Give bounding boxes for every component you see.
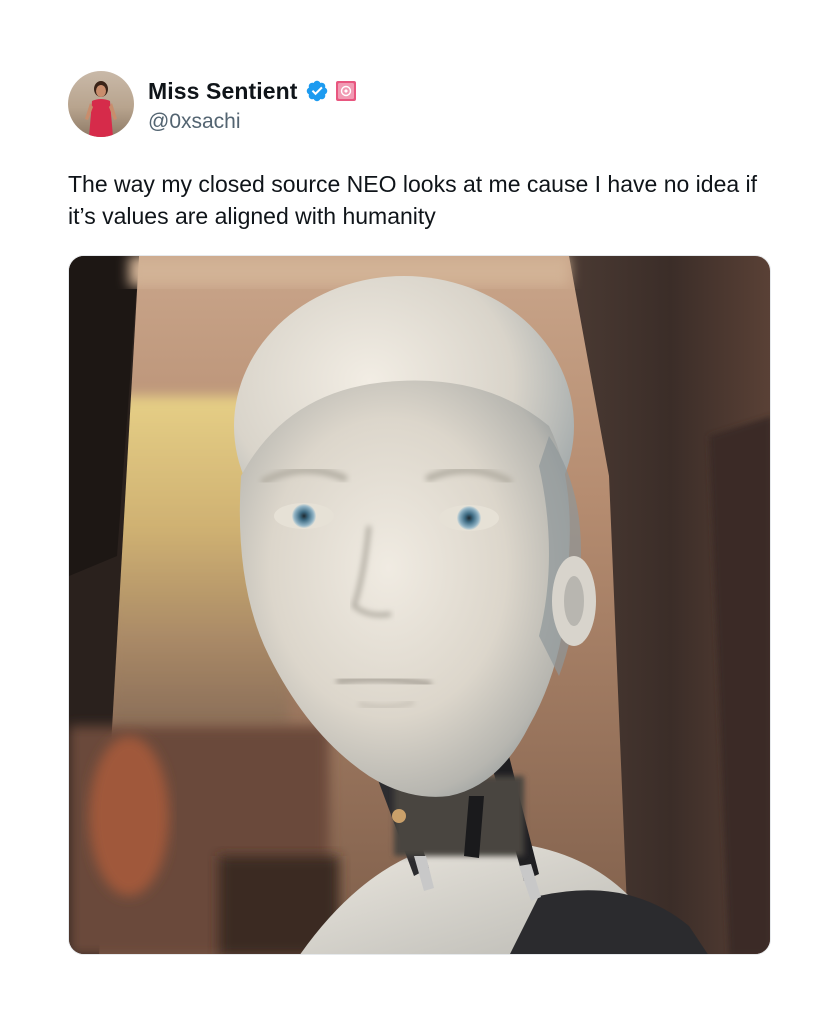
affiliate-badge-icon[interactable]: [335, 80, 357, 102]
robot-photo: [69, 256, 770, 954]
avatar-image: [68, 71, 134, 137]
handle[interactable]: @0xsachi: [148, 110, 357, 134]
tweet-card: Miss Sentient @0xsachi The way my closed…: [0, 0, 837, 1024]
avatar[interactable]: [68, 71, 134, 137]
verified-badge-icon: [306, 80, 327, 102]
name-row: Miss Sentient: [148, 74, 357, 108]
tweet-text: The way my closed source NEO looks at me…: [68, 171, 758, 229]
tweet-header: Miss Sentient @0xsachi: [68, 70, 357, 138]
author-names: Miss Sentient @0xsachi: [148, 74, 357, 134]
tweet-media-photo[interactable]: [68, 255, 771, 955]
display-name[interactable]: Miss Sentient: [148, 78, 298, 105]
